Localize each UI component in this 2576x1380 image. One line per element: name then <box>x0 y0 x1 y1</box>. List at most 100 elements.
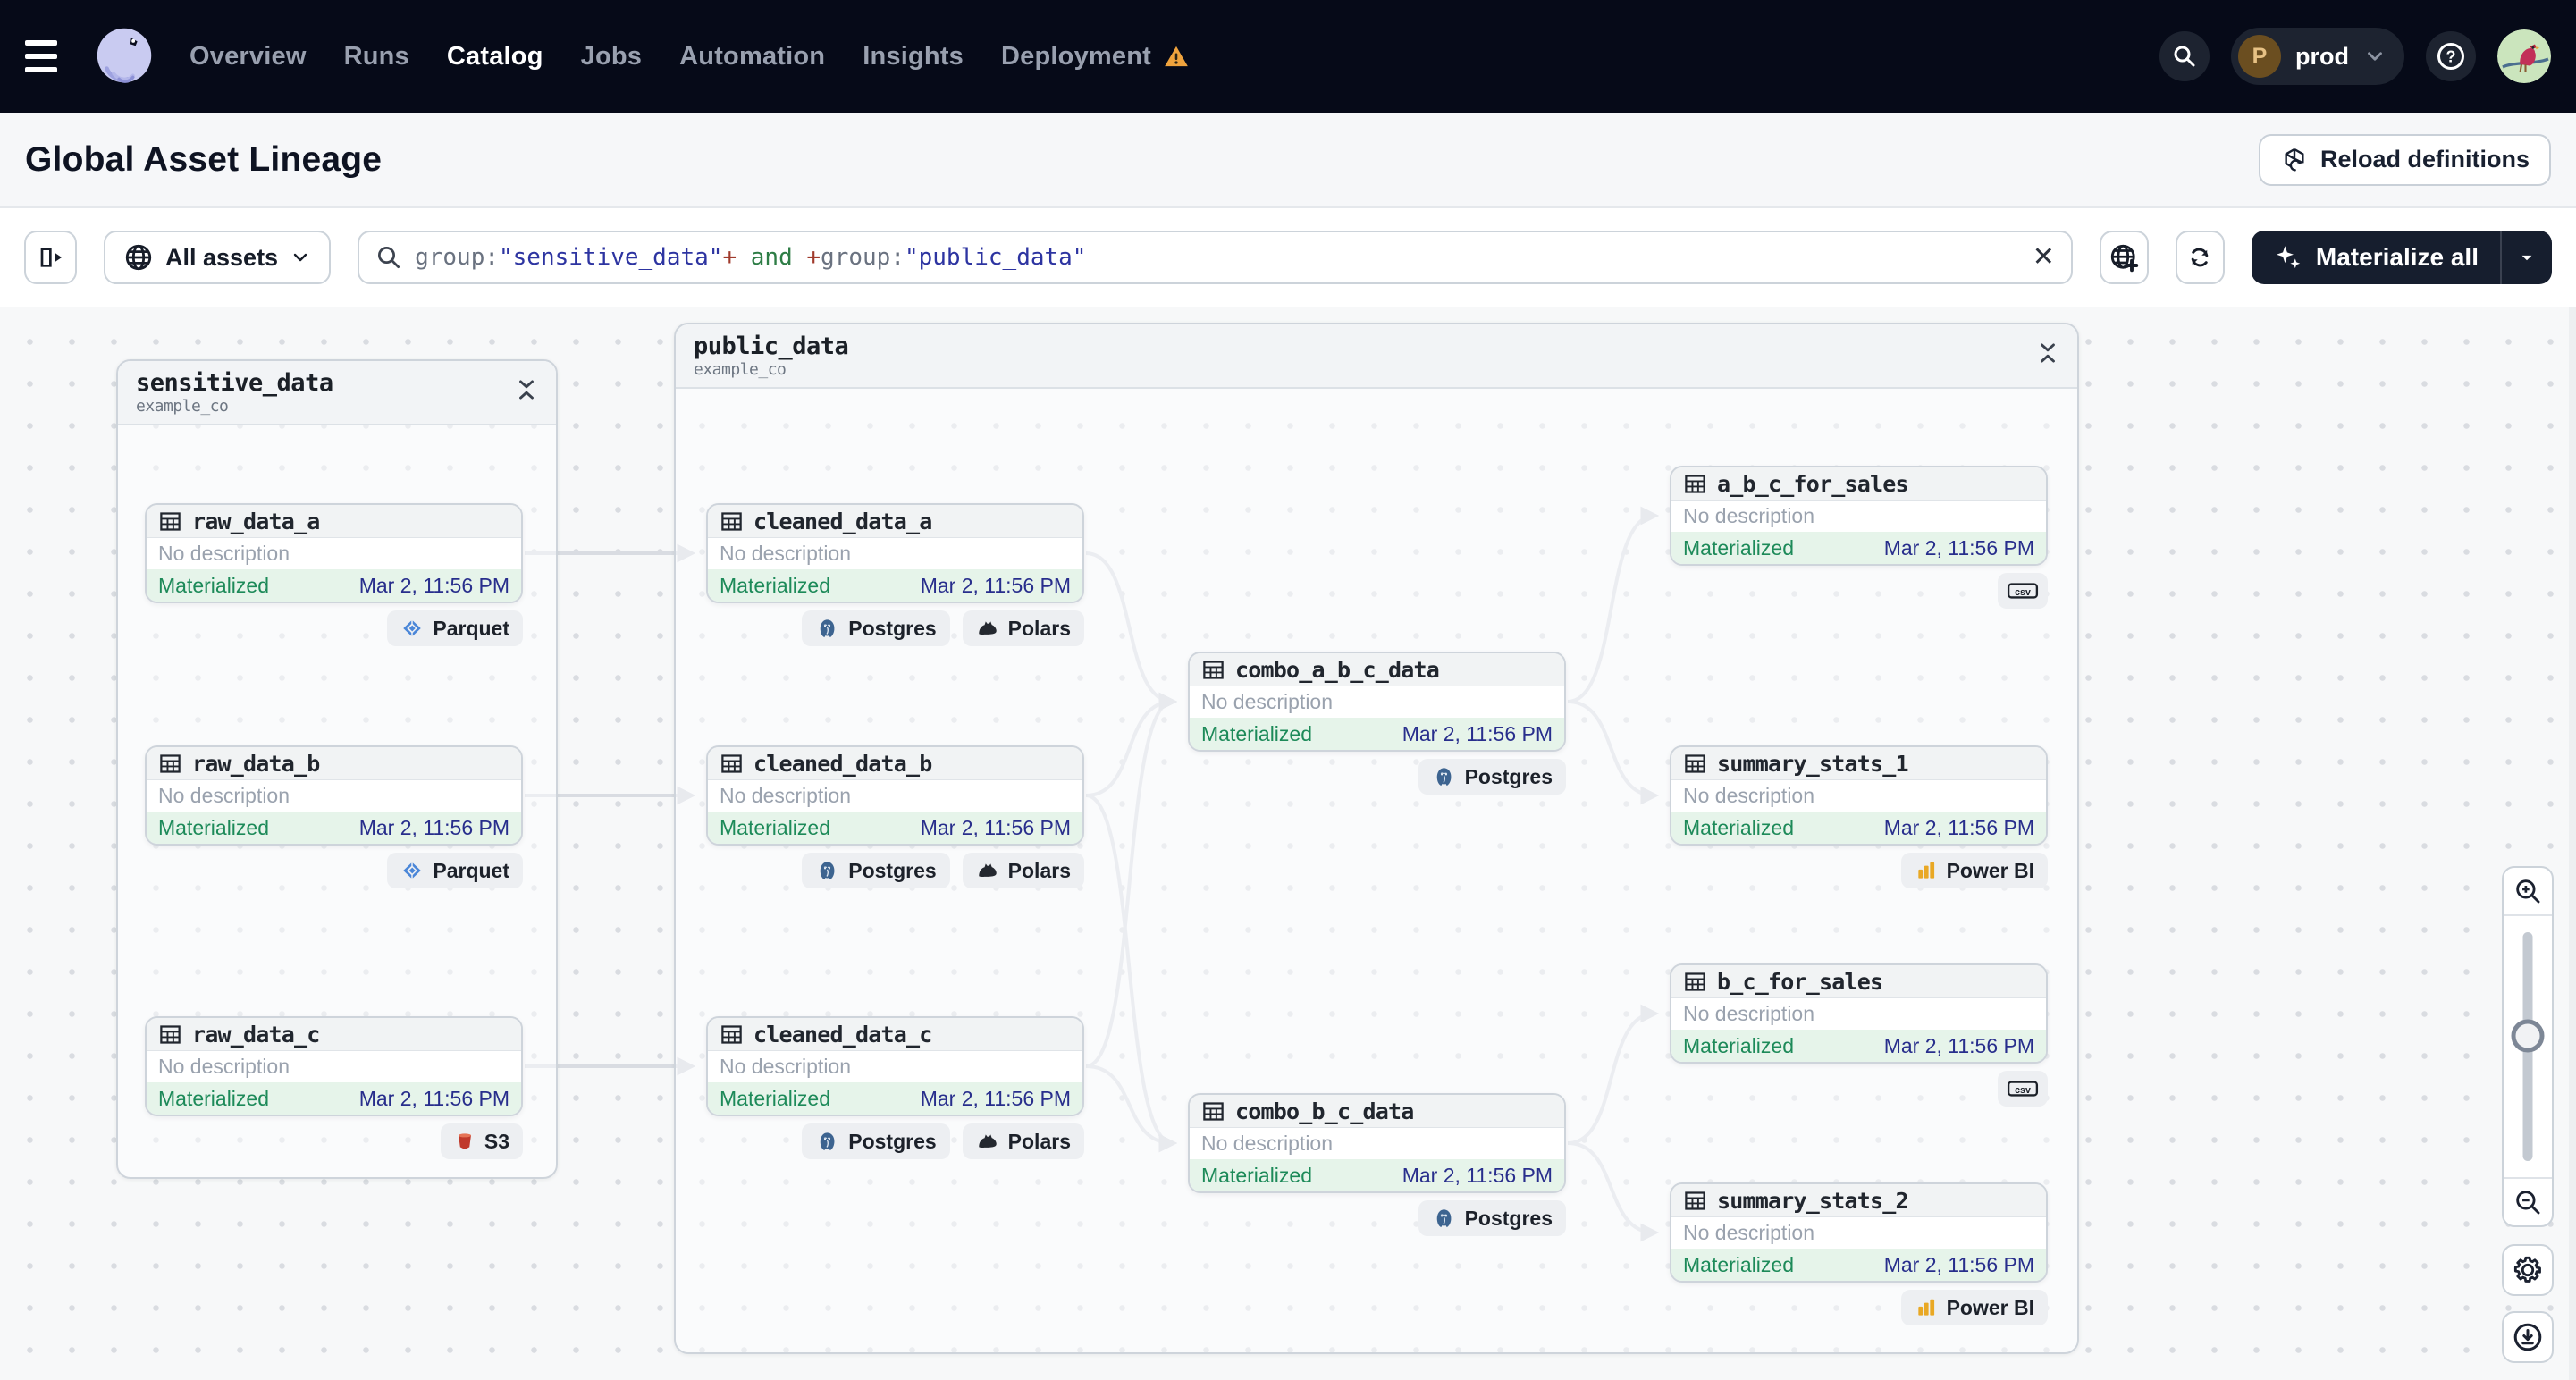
help-icon: ? <box>2437 43 2464 70</box>
refresh-button[interactable] <box>2175 231 2225 284</box>
materialized-timestamp[interactable]: Mar 2, 11:56 PM <box>1402 722 1553 746</box>
asset-kind-badges: csv <box>1670 1071 2048 1107</box>
scrollbar-gutter[interactable] <box>2569 307 2576 1380</box>
help-button[interactable]: ? <box>2426 31 2476 81</box>
globe-plus-icon <box>2111 244 2139 273</box>
nav-item-insights[interactable]: Insights <box>863 42 964 72</box>
materialized-timestamp[interactable]: Mar 2, 11:56 PM <box>921 816 1071 840</box>
asset-status-row: Materialized Mar 2, 11:56 PM <box>1671 532 2046 564</box>
asset-status-row: Materialized Mar 2, 11:56 PM <box>708 569 1082 602</box>
kind-badge-postgres: Postgres <box>1418 759 1566 795</box>
materialize-options-button[interactable] <box>2500 231 2552 284</box>
open-panel-button[interactable] <box>24 231 77 284</box>
asset-description: No description <box>158 542 290 565</box>
group-header[interactable]: public_data example_co <box>676 324 2077 389</box>
table-icon <box>720 1022 744 1047</box>
asset-node-combo_b_c_data[interactable]: combo_b_c_data No description Materializ… <box>1188 1093 1566 1193</box>
dagster-logo[interactable] <box>89 21 159 91</box>
collapse-group-icon[interactable] <box>515 378 538 406</box>
materialized-status: Materialized <box>1201 721 1312 745</box>
search-button[interactable] <box>2159 31 2210 81</box>
asset-node-header: raw_data_a <box>147 505 521 538</box>
group-header[interactable]: sensitive_data example_co <box>118 361 556 425</box>
download-image-button[interactable] <box>2502 1311 2554 1363</box>
nav-item-overview[interactable]: Overview <box>189 42 307 72</box>
zoom-out-button[interactable] <box>2504 1177 2552 1225</box>
asset-node-combo_a_b_c_data[interactable]: combo_a_b_c_data No description Material… <box>1188 652 1566 752</box>
nav-item-automation[interactable]: Automation <box>679 42 825 72</box>
materialized-timestamp[interactable]: Mar 2, 11:56 PM <box>1884 1253 2034 1277</box>
nav-item-catalog[interactable]: Catalog <box>447 42 543 72</box>
asset-scope-dropdown[interactable]: All assets <box>104 231 332 284</box>
reload-definitions-button[interactable]: Reload definitions <box>2258 133 2551 186</box>
materialized-timestamp[interactable]: Mar 2, 11:56 PM <box>1884 816 2034 840</box>
parquet-icon <box>400 859 424 882</box>
nav-item-label: Catalog <box>446 41 543 71</box>
materialized-timestamp[interactable]: Mar 2, 11:56 PM <box>1884 1034 2034 1058</box>
materialize-all-button[interactable]: Materialize all <box>2252 231 2500 284</box>
table-icon <box>1201 1099 1225 1123</box>
nav-item-deployment[interactable]: Deployment <box>1001 42 1189 72</box>
asset-node-header: raw_data_b <box>147 747 521 780</box>
asset-node-cleaned_data_a[interactable]: cleaned_data_a No description Materializ… <box>706 503 1084 603</box>
chevron-down-icon <box>293 253 307 262</box>
materialized-status: Materialized <box>1683 1252 1794 1276</box>
asset-node-a_b_c_for_sales[interactable]: a_b_c_for_sales No description Materiali… <box>1670 466 2048 566</box>
zoom-in-button[interactable] <box>2504 868 2552 916</box>
materialized-timestamp[interactable]: Mar 2, 11:56 PM <box>921 574 1071 598</box>
kind-badge-postgres: Postgres <box>802 610 950 646</box>
hamburger-menu-button[interactable] <box>25 29 80 84</box>
asset-node-raw_data_b[interactable]: raw_data_b No description Materialized M… <box>145 745 523 846</box>
polars-icon <box>976 859 999 882</box>
nav-item-label: Automation <box>679 41 826 71</box>
asset-node-header: cleaned_data_a <box>708 505 1082 538</box>
asset-node-cleaned_data_c[interactable]: cleaned_data_c No description Materializ… <box>706 1016 1084 1116</box>
asset-node-raw_data_c[interactable]: raw_data_c No description Materialized M… <box>145 1016 523 1116</box>
materialized-timestamp[interactable]: Mar 2, 11:56 PM <box>1884 536 2034 560</box>
asset-node-b_c_for_sales[interactable]: b_c_for_sales No description Materialize… <box>1670 963 2048 1064</box>
kind-badge-postgres: Postgres <box>802 853 950 888</box>
kind-badge-polars: Polars <box>962 1123 1084 1159</box>
asset-status-row: Materialized Mar 2, 11:56 PM <box>1671 812 2046 844</box>
lineage-query-input[interactable]: group: "sensitive_data" + and + group: "publ… <box>358 231 2073 284</box>
query-token: + <box>806 244 821 271</box>
reload-definitions-label: Reload definitions <box>2319 146 2530 172</box>
asset-lineage-canvas[interactable]: sensitive_data example_co public_data ex… <box>0 307 2576 1380</box>
materialized-timestamp[interactable]: Mar 2, 11:56 PM <box>359 1087 509 1111</box>
zoom-out-icon <box>2516 1191 2540 1215</box>
asset-node-header: summary_stats_1 <box>1671 747 2046 780</box>
clear-query-button[interactable]: ✕ <box>2033 244 2055 271</box>
nav-item-jobs[interactable]: Jobs <box>581 42 643 72</box>
query-token: and <box>737 244 807 271</box>
lineage-toolbar: All assets group: "sensitive_data" + and +… <box>0 208 2576 307</box>
materialized-timestamp[interactable]: Mar 2, 11:56 PM <box>1402 1164 1553 1188</box>
nav-item-runs[interactable]: Runs <box>344 42 409 72</box>
query-token: "sensitive_data" <box>499 244 723 271</box>
table-icon <box>1201 658 1225 682</box>
add-scope-button[interactable] <box>2099 231 2149 284</box>
asset-node-cleaned_data_b[interactable]: cleaned_data_b No description Materializ… <box>706 745 1084 846</box>
asset-node-summary_stats_1[interactable]: summary_stats_1 No description Materiali… <box>1670 745 2048 846</box>
environment-switcher[interactable]: P prod <box>2231 28 2404 85</box>
user-avatar[interactable] <box>2497 29 2551 83</box>
kind-badge-label: Postgres <box>1464 764 1553 788</box>
zoom-slider[interactable] <box>2504 916 2552 1177</box>
graph-settings-button[interactable] <box>2502 1244 2554 1296</box>
table-icon <box>158 752 182 776</box>
materialized-timestamp[interactable]: Mar 2, 11:56 PM <box>359 816 509 840</box>
materialized-timestamp[interactable]: Mar 2, 11:56 PM <box>921 1087 1071 1111</box>
kind-badge-postgres: Postgres <box>1418 1200 1566 1236</box>
asset-node-summary_stats_2[interactable]: summary_stats_2 No description Materiali… <box>1670 1182 2048 1283</box>
nav-items: Overview Runs Catalog Jobs Automation Insight… <box>189 42 1189 72</box>
kind-badge-label: Postgres <box>848 858 937 882</box>
nav-item-label: Insights <box>863 41 964 71</box>
environment-initial: P <box>2238 35 2281 78</box>
materialize-split-button: Materialize all <box>2251 231 2552 284</box>
collapse-group-icon[interactable] <box>2036 341 2059 369</box>
asset-description: No description <box>158 784 290 807</box>
materialized-timestamp[interactable]: Mar 2, 11:56 PM <box>359 574 509 598</box>
asset-node-header: combo_b_c_data <box>1190 1095 1564 1128</box>
zoom-slider-thumb[interactable] <box>2511 1019 2545 1053</box>
asset-node-header: cleaned_data_b <box>708 747 1082 780</box>
asset-node-raw_data_a[interactable]: raw_data_a No description Materialized M… <box>145 503 523 603</box>
